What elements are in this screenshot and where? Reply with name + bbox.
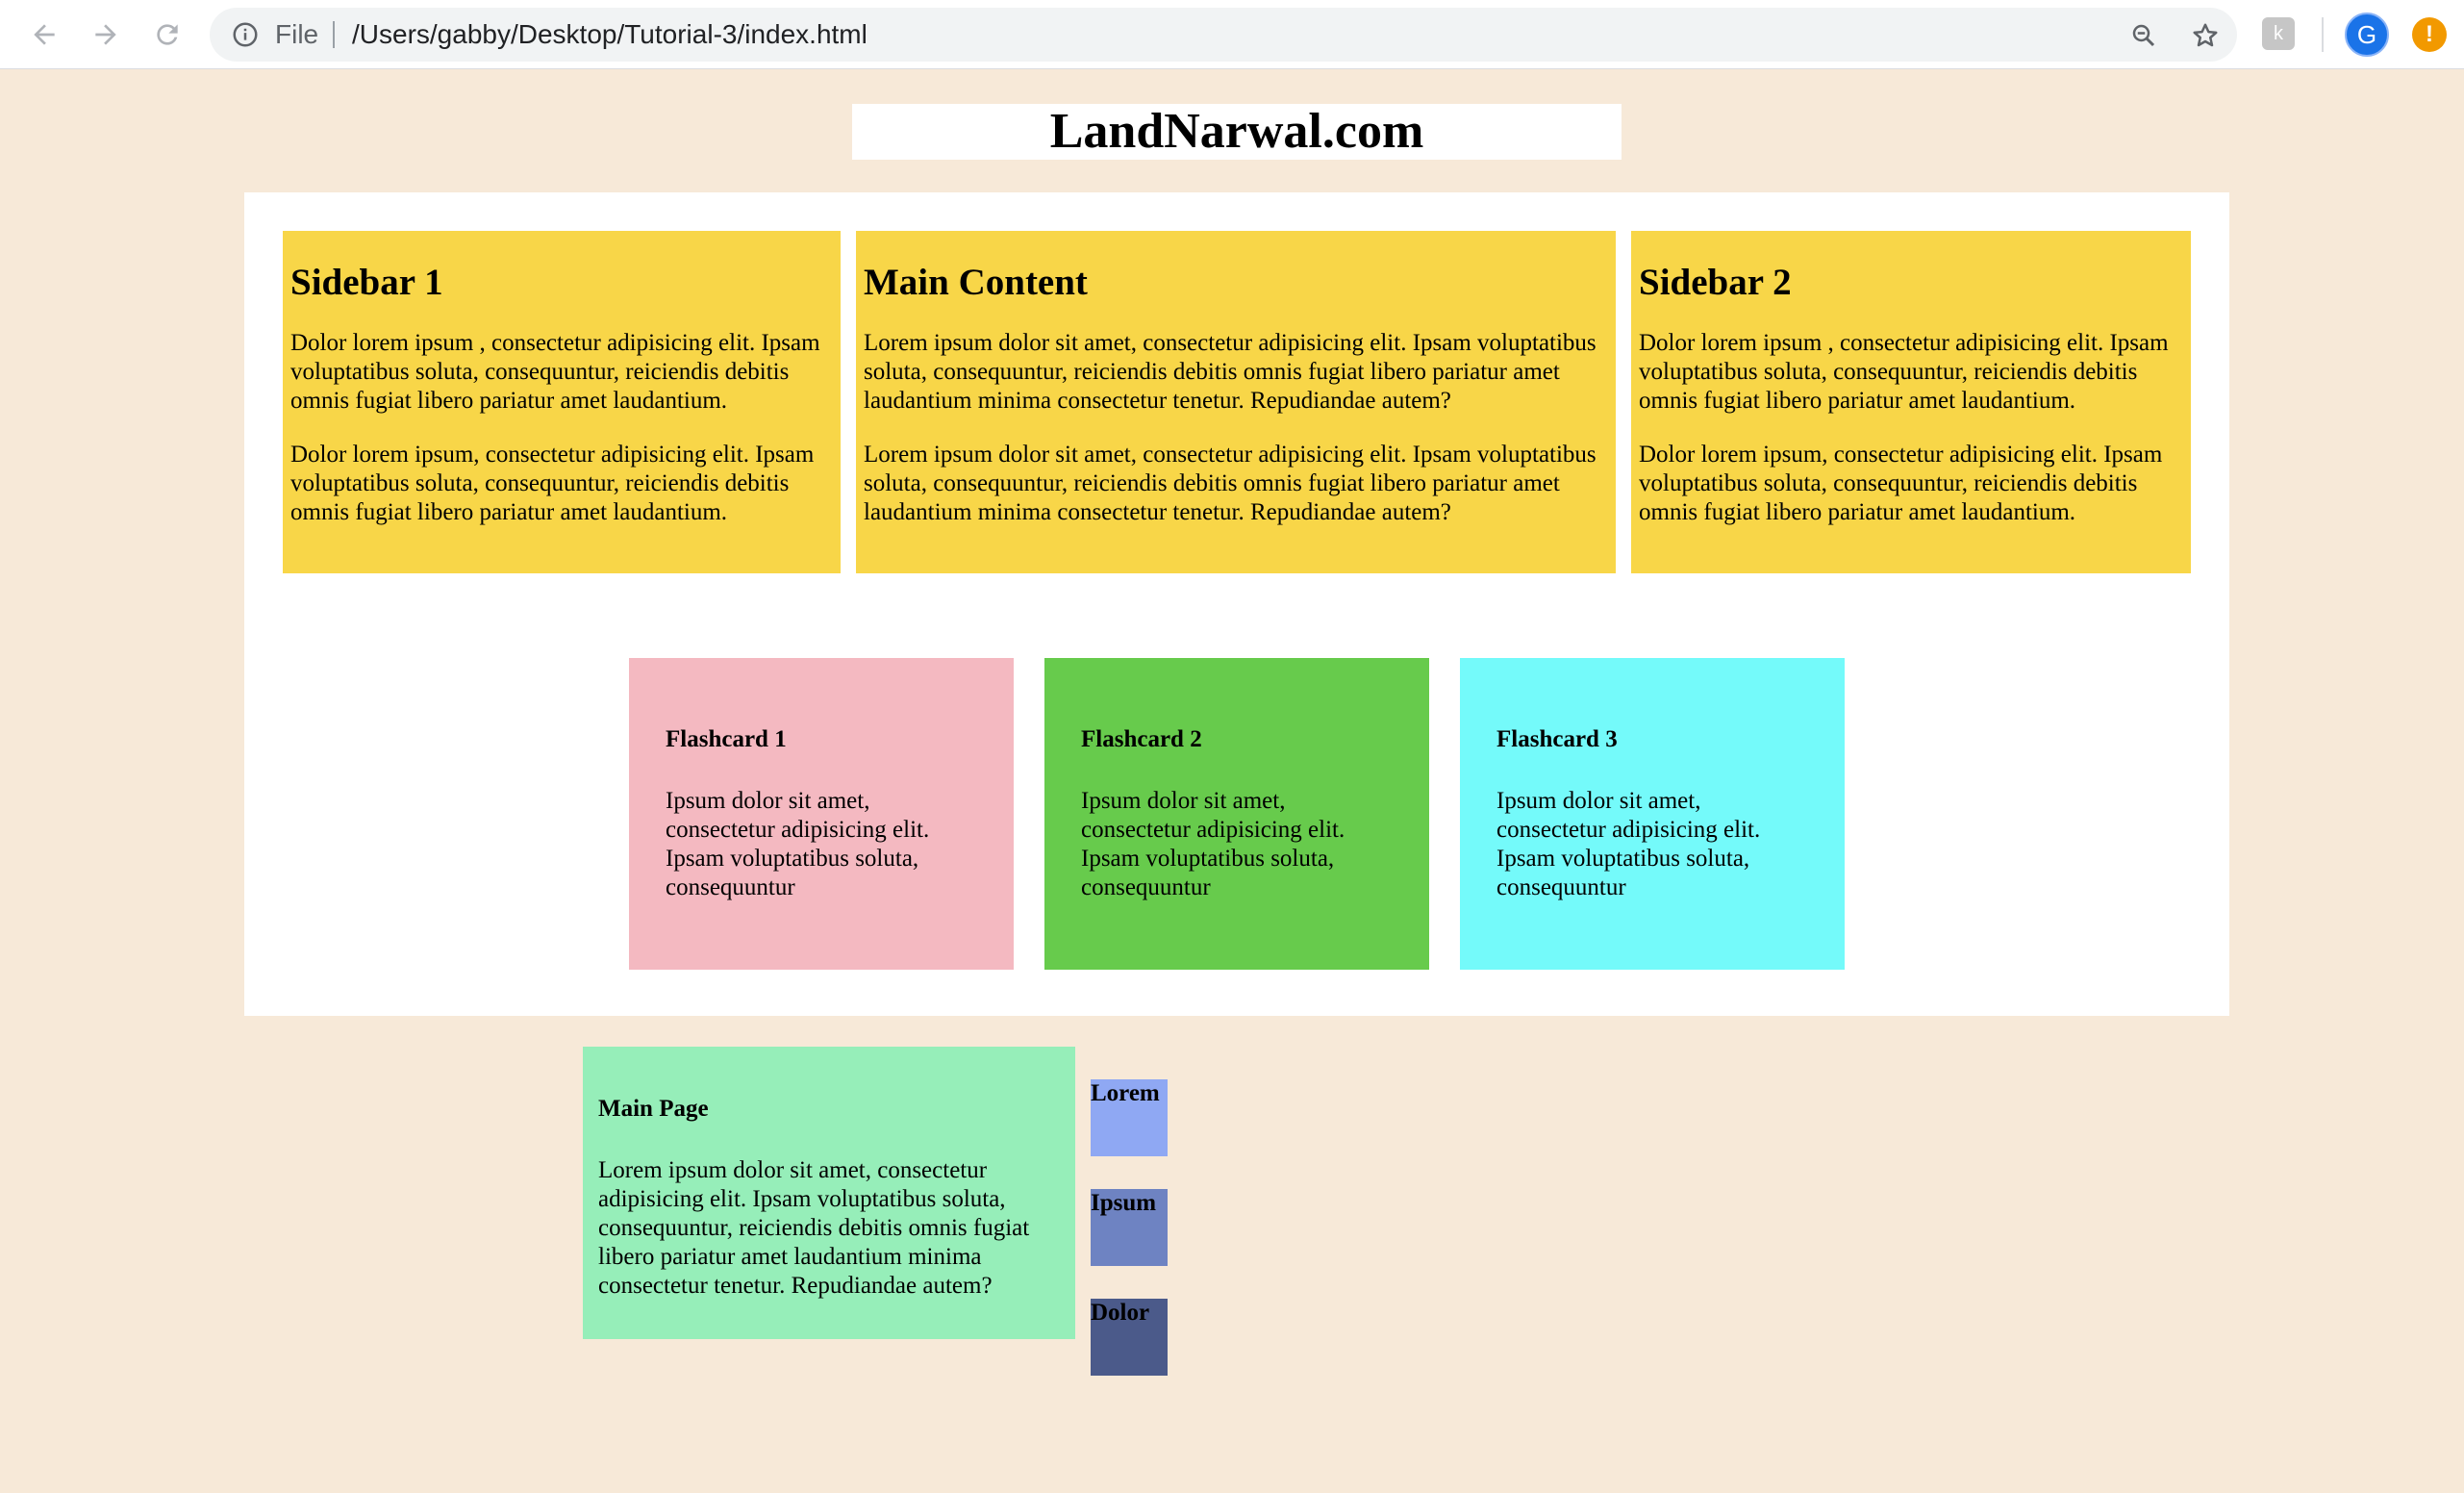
main-page-heading: Main Page [598,1096,709,1122]
flashcard-1-heading: Flashcard 1 [666,726,787,752]
update-alert-icon[interactable]: ! [2412,17,2447,52]
sidebar-1-paragraph-2: Dolor lorem ipsum, consectetur adipisici… [290,442,815,525]
flashcard-2: Flashcard 2 Ipsum dolor sit amet, consec… [1044,658,1429,970]
top-container: Sidebar 1 Dolor lorem ipsum , consectetu… [244,192,2229,1016]
site-title: LandNarwal.com [852,104,1622,160]
flashcard-1: Flashcard 1 Ipsum dolor sit amet, consec… [629,658,1014,970]
reload-button[interactable] [146,13,189,56]
sidebar-1-heading: Sidebar 1 [290,262,443,303]
zoom-icon[interactable] [2129,21,2158,50]
file-label: File [275,19,319,49]
info-icon[interactable] [231,20,260,49]
main-content-heading: Main Content [864,262,1088,303]
address-bar[interactable]: File /Users/gabby/Desktop/Tutorial-3/ind… [210,8,2237,62]
square-dolor-label: Dolor [1091,1300,1150,1326]
flashcard-2-heading: Flashcard 2 [1081,726,1202,752]
sidebar-2: Sidebar 2 Dolor lorem ipsum , consectetu… [1631,231,2191,573]
address-divider [333,21,335,48]
flashcard-3-text: Ipsum dolor sit amet, consectetur adipis… [1496,788,1761,900]
square-ipsum-label: Ipsum [1091,1190,1157,1216]
flashcard-3-heading: Flashcard 3 [1496,726,1618,752]
url-text[interactable]: /Users/gabby/Desktop/Tutorial-3/index.ht… [352,8,867,62]
main-content-paragraph-2: Lorem ipsum dolor sit amet, consectetur … [864,442,1597,525]
sidebar-1: Sidebar 1 Dolor lorem ipsum , consectetu… [283,231,841,573]
sidebar-2-paragraph-2: Dolor lorem ipsum, consectetur adipisici… [1639,442,2163,525]
back-arrow-icon [34,24,55,45]
flashcard-1-text: Ipsum dolor sit amet, consectetur adipis… [666,788,930,900]
profile-avatar[interactable]: G [2345,13,2389,57]
main-content-paragraph-1: Lorem ipsum dolor sit amet, consectetur … [864,330,1597,414]
square-dolor: Dolor [1091,1299,1168,1376]
square-lorem: Lorem [1091,1079,1168,1156]
back-button[interactable] [23,13,65,56]
bookmark-star-icon[interactable] [2191,21,2220,50]
main-content: Main Content Lorem ipsum dolor sit amet,… [856,231,1616,573]
main-page: Main Page Lorem ipsum dolor sit amet, co… [583,1047,1075,1339]
sidebar-1-paragraph-1: Dolor lorem ipsum , consectetur adipisic… [290,330,820,414]
square-lorem-label: Lorem [1091,1080,1160,1106]
flashcard-3: Flashcard 3 Ipsum dolor sit amet, consec… [1460,658,1845,970]
sidebar-2-heading: Sidebar 2 [1639,262,1792,303]
flashcard-2-text: Ipsum dolor sit amet, consectetur adipis… [1081,788,1345,900]
sidebar-2-paragraph-1: Dolor lorem ipsum , consectetur adipisic… [1639,330,2169,414]
reload-icon [157,24,178,45]
square-ipsum: Ipsum [1091,1189,1168,1266]
toolbar-divider [2322,17,2324,52]
extension-icon[interactable]: k [2262,17,2295,50]
browser-toolbar: File /Users/gabby/Desktop/Tutorial-3/ind… [0,0,2464,69]
alert-glyph: ! [2426,21,2433,47]
avatar-letter: G [2356,19,2377,49]
forward-arrow-icon [95,24,116,45]
forward-button[interactable] [85,13,127,56]
main-page-text: Lorem ipsum dolor sit amet, consectetur … [598,1157,1030,1299]
extension-letter: k [2274,22,2283,44]
